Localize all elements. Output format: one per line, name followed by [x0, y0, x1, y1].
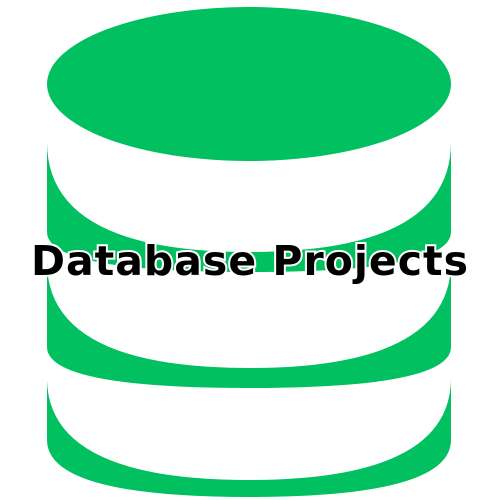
caption-text: Database Projects [29, 235, 470, 287]
slot-2-right [380, 305, 414, 327]
slot-3-left-a [86, 417, 118, 437]
slot-2-left-b [133, 319, 166, 340]
slot-1-right [380, 196, 414, 218]
database-top-disk [47, 7, 451, 161]
slot-1-left-a [86, 199, 118, 219]
slot-1-left-b [133, 209, 166, 230]
slot-3-right [380, 420, 414, 442]
slot-3-left-b [133, 432, 166, 453]
database-projects-graphic: Database Projects [0, 0, 500, 500]
slot-2-left-a [86, 303, 118, 323]
